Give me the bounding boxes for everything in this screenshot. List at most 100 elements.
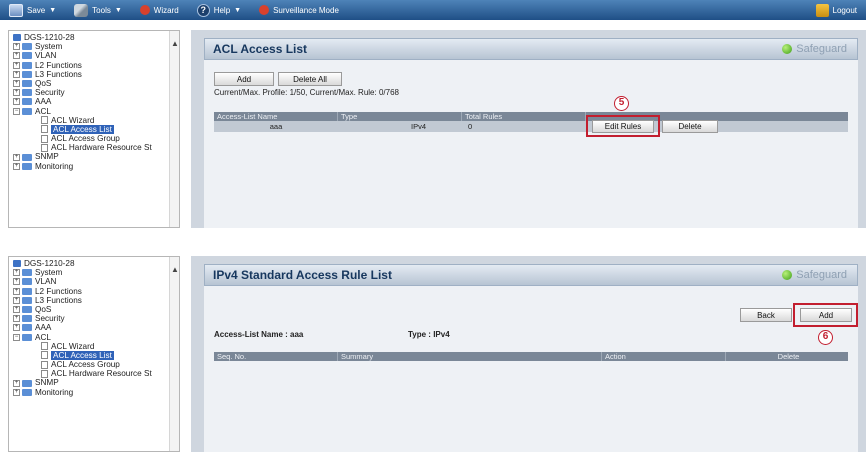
page-title: IPv4 Standard Access Rule List: [213, 268, 392, 282]
tree-item-acl-wizard[interactable]: ACL Wizard: [13, 116, 179, 125]
safeguard-label: Safeguard: [796, 43, 847, 55]
tree-item-l2[interactable]: + L2 Functions: [13, 61, 179, 70]
tree-item-label: VLAN: [35, 277, 57, 287]
expand-icon[interactable]: +: [13, 269, 20, 277]
tree-item-system[interactable]: + System: [13, 42, 179, 51]
column-header: Type: [338, 112, 462, 121]
page-icon: [41, 342, 48, 351]
expand-icon[interactable]: +: [13, 80, 20, 88]
tree-item-aaa[interactable]: + AAA: [13, 323, 179, 332]
tree-scrollbar[interactable]: ▲: [169, 31, 179, 227]
delete-button[interactable]: Delete: [662, 120, 718, 133]
folder-icon: [22, 162, 32, 170]
navigation-tree: DGS-1210-28 + System + VLAN + L2 Functions …: [8, 256, 180, 452]
tree-item-acl-access-group[interactable]: ACL Access Group: [13, 134, 179, 143]
tree-item-label-selected: ACL Access List: [51, 124, 114, 135]
expand-icon[interactable]: +: [13, 379, 20, 387]
delete-all-button[interactable]: Delete All: [278, 72, 342, 86]
page-icon: [41, 369, 48, 378]
tree-item-security[interactable]: + Security: [13, 88, 179, 97]
tree-item-acl[interactable]: − ACL: [13, 107, 179, 116]
collapse-icon[interactable]: −: [13, 333, 20, 341]
tree-root[interactable]: DGS-1210-28: [13, 33, 179, 42]
folder-icon: [22, 153, 32, 161]
tree-scrollbar[interactable]: ▲: [169, 257, 179, 451]
tree-item-vlan[interactable]: + VLAN: [13, 277, 179, 286]
expand-icon[interactable]: +: [13, 43, 20, 51]
tree-item-system[interactable]: + System: [13, 268, 179, 277]
expand-icon[interactable]: +: [13, 162, 20, 170]
back-button[interactable]: Back: [740, 308, 792, 322]
tree-root[interactable]: DGS-1210-28: [13, 259, 179, 268]
help-menu[interactable]: ? Help ▼: [188, 0, 250, 20]
tree-item-qos[interactable]: + QoS: [13, 305, 179, 314]
logout-button[interactable]: Logout: [807, 0, 866, 20]
expand-icon[interactable]: +: [13, 98, 20, 106]
folder-icon: [22, 315, 32, 323]
logout-label: Logout: [832, 5, 857, 15]
save-menu[interactable]: Save ▼: [0, 0, 65, 20]
folder-icon: [22, 269, 32, 277]
tree-item-acl-hardware[interactable]: ACL Hardware Resource St: [13, 143, 179, 152]
folder-open-icon: [22, 107, 32, 115]
page-icon: [41, 360, 48, 369]
tree-item-label: L3 Functions: [35, 69, 82, 79]
tree-item-acl-access-list[interactable]: ACL Access List: [13, 124, 179, 135]
tree-item-acl-access-group[interactable]: ACL Access Group: [13, 360, 179, 369]
expand-icon[interactable]: +: [13, 278, 20, 286]
tree-item-label: SNMP: [35, 378, 59, 388]
tree-item-vlan[interactable]: + VLAN: [13, 51, 179, 60]
folder-icon: [22, 278, 32, 286]
expand-icon[interactable]: +: [13, 388, 20, 396]
tree-item-acl[interactable]: − ACL: [13, 333, 179, 342]
tree-item-l2[interactable]: + L2 Functions: [13, 287, 179, 296]
scroll-up-icon[interactable]: ▲: [171, 39, 179, 48]
wizard-icon: [139, 5, 150, 15]
collapse-icon[interactable]: −: [13, 107, 20, 115]
wizard-menu[interactable]: Wizard: [131, 0, 188, 20]
page-icon: [41, 143, 48, 152]
expand-icon[interactable]: +: [13, 153, 20, 161]
tree-item-snmp[interactable]: + SNMP: [13, 152, 179, 161]
tree-item-monitoring[interactable]: + Monitoring: [13, 162, 179, 171]
folder-icon: [22, 98, 32, 106]
expand-icon[interactable]: +: [13, 315, 20, 323]
tree-item-aaa[interactable]: + AAA: [13, 97, 179, 106]
content-header: ACL Access List Safeguard: [204, 38, 858, 60]
surveillance-menu[interactable]: Surveillance Mode: [250, 0, 348, 20]
tools-menu[interactable]: Tools ▼: [65, 0, 131, 20]
tree-item-l3[interactable]: + L3 Functions: [13, 70, 179, 79]
tree-item-label: L3 Functions: [35, 295, 82, 305]
column-header: Summary: [338, 352, 602, 361]
expand-icon[interactable]: +: [13, 89, 20, 97]
expand-icon[interactable]: +: [13, 287, 20, 295]
add-button[interactable]: Add: [214, 72, 274, 86]
navigation-tree: DGS-1210-28 + System + VLAN + L2 Functions …: [8, 30, 180, 228]
tree-item-security[interactable]: + Security: [13, 314, 179, 323]
tree-item-acl-hardware[interactable]: ACL Hardware Resource St: [13, 369, 179, 378]
tree-item-qos[interactable]: + QoS: [13, 79, 179, 88]
profile-rule-info: Current/Max. Profile: 1/50, Current/Max.…: [214, 88, 399, 97]
scroll-up-icon[interactable]: ▲: [171, 265, 179, 274]
column-header: Delete: [777, 352, 800, 361]
tree-item-label: Monitoring: [35, 387, 74, 397]
switch-icon: [13, 260, 21, 268]
step-badge: 5: [614, 96, 629, 111]
expand-icon[interactable]: +: [13, 296, 20, 304]
expand-icon[interactable]: +: [13, 52, 20, 60]
tree-item-monitoring[interactable]: + Monitoring: [13, 388, 179, 397]
tree-item-acl-access-list[interactable]: ACL Access List: [13, 350, 179, 361]
expand-icon[interactable]: +: [13, 70, 20, 78]
tree-item-acl-wizard[interactable]: ACL Wizard: [13, 342, 179, 351]
tree-item-label: ACL: [35, 332, 51, 342]
expand-icon[interactable]: +: [13, 61, 20, 69]
tree-item-label: ACL Access Group: [51, 360, 120, 370]
help-label: Help: [213, 5, 231, 15]
expand-icon[interactable]: +: [13, 306, 20, 314]
page-icon: [41, 134, 48, 143]
tree-item-label: ACL Hardware Resource St: [51, 369, 152, 379]
tree-item-snmp[interactable]: + SNMP: [13, 378, 179, 387]
expand-icon[interactable]: +: [13, 324, 20, 332]
page-icon: [41, 351, 48, 360]
tree-item-l3[interactable]: + L3 Functions: [13, 296, 179, 305]
